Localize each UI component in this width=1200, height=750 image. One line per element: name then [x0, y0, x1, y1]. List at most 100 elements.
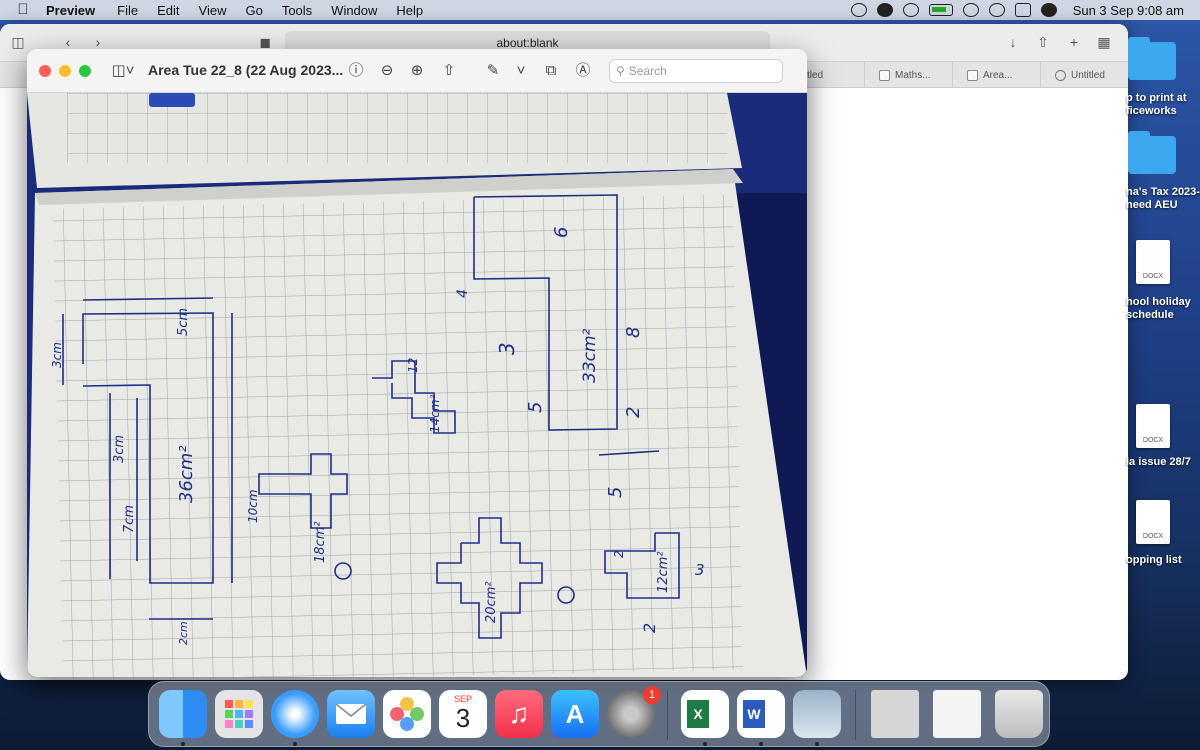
search-field[interactable]: ⚲ Search — [609, 59, 783, 83]
menu-clock[interactable]: Sun 3 Sep 9:08 am — [1073, 3, 1184, 18]
label-3cm-left: 3cm — [50, 342, 64, 368]
word-w-icon: W — [743, 700, 765, 728]
recent-document-icon[interactable] — [933, 690, 981, 738]
search-icon: ⚲ — [616, 64, 625, 78]
running-indicator — [815, 742, 819, 746]
new-tab-icon[interactable]: + — [1066, 34, 1082, 50]
download-icon[interactable]: ↓ — [1005, 34, 1021, 50]
launchpad-grid-icon — [225, 700, 253, 728]
docx-file-icon: DOCX — [1136, 404, 1170, 448]
markup-toolbar-icon[interactable]: Ⓐ — [573, 61, 593, 81]
menu-go[interactable]: Go — [245, 3, 262, 18]
music-icon[interactable]: ♫ — [495, 690, 543, 738]
label-8: 8 — [623, 327, 644, 338]
desktop-item-label: na's Tax 2023- need AEU — [1126, 186, 1200, 211]
menu-edit[interactable]: Edit — [157, 3, 179, 18]
finder-icon[interactable] — [159, 690, 207, 738]
spotlight-search-icon[interactable] — [988, 3, 1005, 17]
tab-label: Untitled — [1071, 69, 1105, 81]
tab-label: Area... — [983, 69, 1013, 81]
label-33cm2: 33cm² — [580, 328, 600, 383]
battery-icon[interactable] — [928, 4, 953, 16]
label-4: 4 — [455, 289, 471, 298]
app-store-a-icon: A — [565, 699, 585, 729]
mail-icon[interactable] — [327, 690, 375, 738]
menu-file[interactable]: File — [117, 3, 138, 18]
folder-icon — [1128, 37, 1176, 80]
control-center-icon[interactable] — [1014, 3, 1031, 17]
trash-icon[interactable] — [995, 690, 1043, 738]
label-6: 6 — [551, 227, 572, 238]
info-icon[interactable]: ⓘ — [346, 61, 366, 81]
zoom-in-icon[interactable]: ⊕ — [407, 61, 427, 81]
label-2c: 2 — [640, 623, 659, 633]
close-window-button[interactable] — [39, 65, 51, 77]
tab-overview-icon[interactable]: ▦ — [1096, 34, 1112, 50]
app-store-icon[interactable]: A — [551, 690, 599, 738]
preview-app-icon[interactable] — [793, 690, 841, 738]
label-36cm2: 36cm² — [176, 445, 197, 503]
menu-app-name[interactable]: Preview — [46, 3, 95, 18]
wifi-icon[interactable] — [962, 3, 979, 17]
document-title[interactable]: Area Tue 22_8 (22 Aug 2023... — [148, 62, 343, 78]
launchpad-icon[interactable] — [215, 690, 263, 738]
settings-badge: 1 — [643, 686, 661, 704]
photos-flower-icon — [390, 697, 424, 731]
chevron-down-icon[interactable]: ˅ — [511, 61, 531, 81]
running-indicator — [293, 742, 297, 746]
docx-file-icon: DOCX — [1136, 240, 1170, 284]
rotate-icon[interactable]: ⧉ — [541, 61, 561, 81]
label-18cm2: 18cm² — [313, 521, 328, 563]
music-note-icon: ♫ — [508, 698, 530, 729]
notebook-photo: 5cm 3cm 3cm 7cm 36cm² 2cm 10cm 18cm² 14c… — [27, 93, 807, 677]
label-10cm: 10cm — [246, 489, 260, 523]
play-icon[interactable] — [876, 3, 893, 17]
markup-pen-icon[interactable]: ✎ — [483, 61, 503, 81]
dock: SEP 3 ♫ A 1 X W — [148, 681, 1050, 747]
menu-view[interactable]: View — [199, 3, 227, 18]
tab-label: Maths... — [895, 69, 931, 81]
zoom-window-button[interactable] — [79, 65, 91, 77]
recent-document-icon[interactable] — [871, 690, 919, 738]
sidebar-toggle-icon[interactable]: ◫ — [10, 34, 26, 50]
photos-icon[interactable] — [383, 690, 431, 738]
back-arrow-icon[interactable]: ‹ — [60, 34, 76, 50]
desktop-item-label: opping list — [1126, 554, 1182, 566]
desktop-folder-print[interactable]: p to print at ficeworks — [1126, 37, 1200, 118]
tab-maths[interactable]: Maths... — [864, 62, 952, 88]
share-icon[interactable]: ⇧ — [1035, 34, 1051, 50]
label-12cm2: 12cm² — [656, 551, 671, 593]
siri-icon[interactable] — [1040, 3, 1057, 17]
airdrop-icon[interactable] — [902, 3, 919, 17]
tab-area[interactable]: Area... — [952, 62, 1040, 88]
forward-arrow-icon[interactable]: › — [90, 34, 106, 50]
word-icon[interactable]: W — [737, 690, 785, 738]
menu-window[interactable]: Window — [331, 3, 377, 18]
label-7cm: 7cm — [122, 505, 137, 533]
desktop-folder-tax[interactable]: na's Tax 2023- need AEU — [1126, 131, 1200, 212]
safari-icon[interactable] — [271, 690, 319, 738]
calendar-icon[interactable]: SEP 3 — [439, 690, 487, 738]
apple-menu-icon[interactable]:  — [16, 2, 30, 18]
menu-tools[interactable]: Tools — [282, 3, 312, 18]
share-icon[interactable]: ⇧ — [439, 61, 459, 81]
menu-help[interactable]: Help — [396, 3, 423, 18]
label-5b: 5 — [605, 487, 626, 498]
docx-file-icon: DOCX — [1136, 500, 1170, 544]
tab-untitled[interactable]: Untitled — [1040, 62, 1128, 88]
label-2cm: 2cm — [177, 621, 190, 645]
desktop-item-label: p to print at ficeworks — [1126, 92, 1187, 117]
status-area: Sun 3 Sep 9:08 am — [850, 0, 1184, 20]
document-icon — [879, 69, 890, 81]
desktop-doc-holiday[interactable]: DOCX hool holiday schedule — [1126, 240, 1200, 322]
sidebar-menu-icon[interactable]: ◫˅ — [107, 61, 139, 81]
excel-icon[interactable]: X — [681, 690, 729, 738]
desktop-item-label: hool holiday schedule — [1126, 296, 1191, 321]
minimize-window-button[interactable] — [59, 65, 71, 77]
label-20cm2: 20cm² — [484, 581, 499, 623]
zoom-out-icon[interactable]: ⊖ — [377, 61, 397, 81]
desktop-doc-shopping[interactable]: DOCX opping list — [1126, 500, 1200, 567]
envelope-icon — [335, 703, 367, 724]
creative-cloud-icon[interactable] — [850, 3, 867, 17]
desktop-doc-issue[interactable]: DOCX ia issue 28/7 — [1126, 404, 1200, 469]
